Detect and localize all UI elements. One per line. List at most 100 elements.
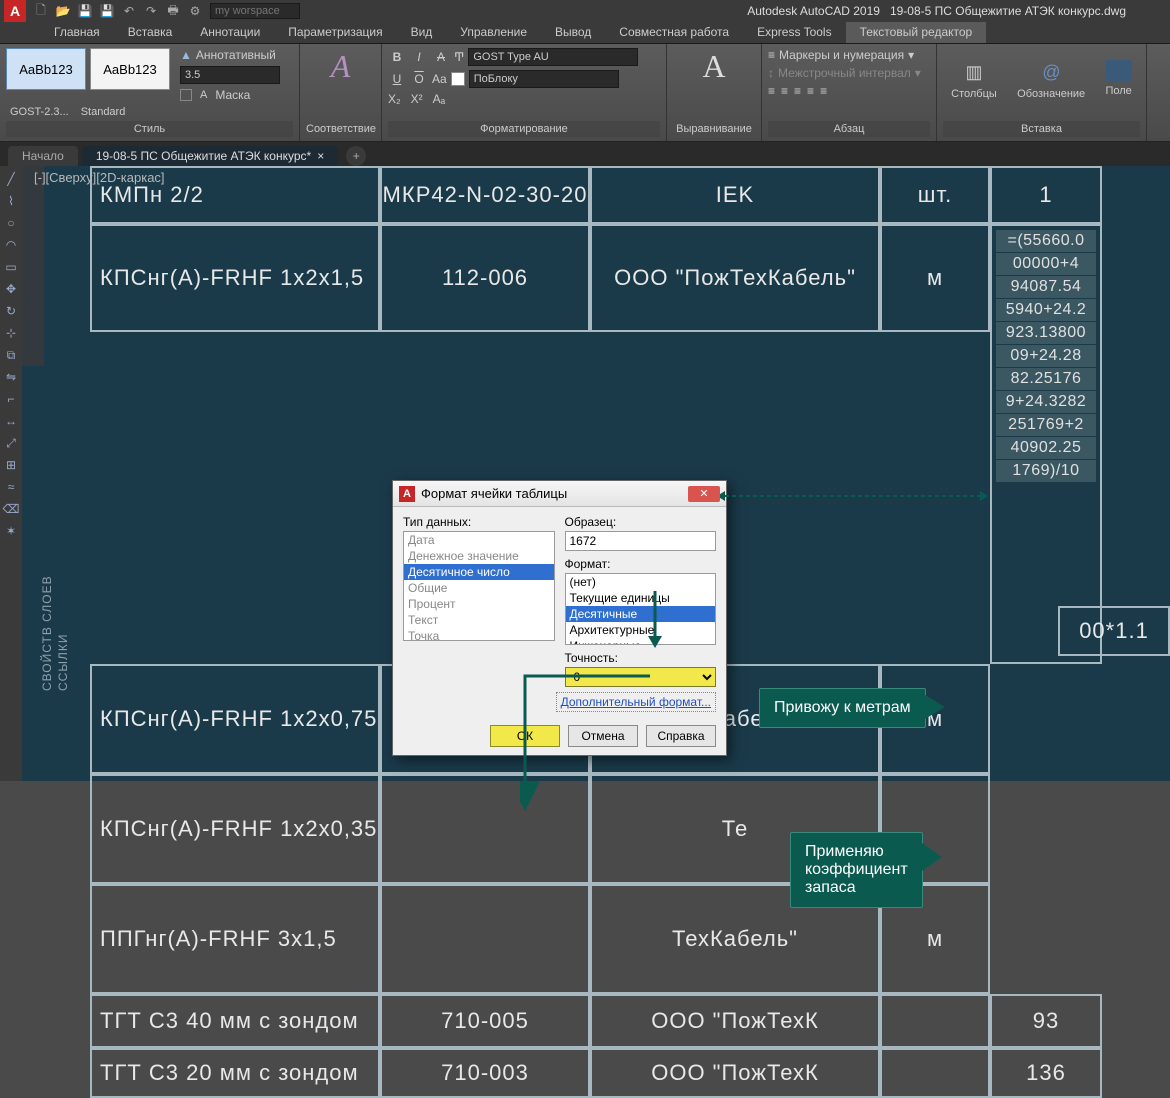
bullets-icon[interactable]: ≡ (768, 48, 775, 62)
saveas-icon[interactable]: 💾 (98, 2, 116, 20)
additional-format-link[interactable]: Дополнительный формат... (556, 692, 716, 712)
circle-tool-icon[interactable]: ○ (2, 214, 20, 232)
style-sample-2[interactable]: AaBb123 (90, 48, 170, 90)
rtab-manage[interactable]: Управление (446, 22, 541, 43)
layer-properties-palette[interactable]: СВОЙСТВ СЛОЕВ (40, 575, 54, 691)
line-tool-icon[interactable]: ╱ (2, 170, 20, 188)
cell-0-c1[interactable]: КМПн 2/2 (90, 166, 380, 224)
cell-5-c3[interactable]: ООО "ПожТехК (590, 994, 880, 1048)
italic-button[interactable]: I (410, 50, 428, 64)
style-name-2[interactable]: Standard (77, 106, 130, 118)
datatype-listbox[interactable]: ДатаДенежное значениеДесятичное числоОбщ… (403, 531, 555, 641)
fillet-tool-icon[interactable]: ⌐ (2, 390, 20, 408)
field-icon[interactable] (1106, 60, 1132, 82)
erase-tool-icon[interactable]: ⌫ (2, 500, 20, 518)
print-icon[interactable]: 🖶 (164, 2, 182, 20)
cell-6-c3[interactable]: ООО "ПожТехК (590, 1048, 880, 1098)
stretch-tool-icon[interactable]: ↔ (2, 412, 20, 430)
cell-0-c3[interactable]: IEK (590, 166, 880, 224)
move-tool-icon[interactable]: ✥ (2, 280, 20, 298)
sample-input[interactable] (565, 531, 717, 551)
dialog-titlebar[interactable]: A Формат ячейки таблицы ✕ (393, 481, 726, 507)
cell-1-c5[interactable]: =(55660.000000+494087.545940+24.2923.138… (990, 224, 1102, 664)
font-select[interactable] (468, 48, 638, 66)
start-tab[interactable]: Начало (8, 146, 78, 166)
chevron-down-icon[interactable]: ▾ (908, 48, 914, 62)
cell-1-c3[interactable]: ООО "ПожТехКабель" (590, 224, 880, 332)
alignment-icon[interactable]: A (673, 48, 755, 85)
bold-button[interactable]: B (388, 50, 406, 64)
cell-0-c5[interactable]: 1 (990, 166, 1102, 224)
align-dist-icon[interactable]: ≡ (820, 84, 827, 98)
cell-6-c4[interactable] (880, 1048, 990, 1098)
cell-5-c4[interactable] (880, 994, 990, 1048)
rtab-output[interactable]: Вывод (541, 22, 605, 43)
strike-button[interactable]: A (432, 50, 450, 64)
format-listbox[interactable]: (нет)Текущие единицыДесятичныеАрхитектур… (565, 573, 717, 645)
rtab-collab[interactable]: Совместная работа (605, 22, 743, 43)
cell-5-c5[interactable]: 93 (990, 994, 1102, 1048)
gear-icon[interactable]: ⚙ (186, 2, 204, 20)
color-select[interactable] (469, 70, 619, 88)
offset-tool-icon[interactable]: ≈ (2, 478, 20, 496)
underline-button[interactable]: U (388, 72, 406, 86)
help-button[interactable]: Справка (646, 725, 716, 747)
cell-2-c1[interactable]: КПСнг(А)-FRHF 1х2х0,75 (90, 664, 380, 774)
array-tool-icon[interactable]: ⊞ (2, 456, 20, 474)
case-button[interactable]: Aa (432, 72, 447, 86)
save-icon[interactable]: 💾 (76, 2, 94, 20)
cell-5-c1[interactable]: ТГТ С3 40 мм с зондом (90, 994, 380, 1048)
polyline-tool-icon[interactable]: ⌇ (2, 192, 20, 210)
cancel-button[interactable]: Отмена (568, 725, 638, 747)
columns-icon[interactable]: ▥ (958, 56, 990, 88)
cell-4-c1[interactable]: ППГнг(А)-FRHF 3х1,5 (90, 884, 380, 994)
overline-button[interactable]: O (410, 72, 428, 86)
rtab-param[interactable]: Параметризация (274, 22, 396, 43)
text-height-input[interactable] (180, 66, 280, 84)
sub-button[interactable]: X₂ (388, 92, 401, 106)
align-right-icon[interactable]: ≡ (794, 84, 801, 98)
cell-0-c2[interactable]: МКР42-N-02-30-20 (380, 166, 590, 224)
cell-6-c2[interactable]: 710-003 (380, 1048, 590, 1098)
arc-tool-icon[interactable]: ◠ (2, 236, 20, 254)
cell-5-c2[interactable]: 710-005 (380, 994, 590, 1048)
rect-tool-icon[interactable]: ▭ (2, 258, 20, 276)
rtab-texteditor[interactable]: Текстовый редактор (846, 22, 987, 43)
match-format-icon[interactable]: A (306, 48, 375, 85)
dialog-close-button[interactable]: ✕ (688, 486, 720, 502)
style-name-1[interactable]: GOST-2.3... (6, 106, 73, 118)
new-icon[interactable]: 🗋 (32, 2, 50, 20)
rtab-express[interactable]: Express Tools (743, 22, 845, 43)
scale-tool-icon[interactable]: ⤢ (2, 434, 20, 452)
cell-6-c1[interactable]: ТГТ С3 20 мм с зондом (90, 1048, 380, 1098)
cell-4-c2[interactable] (380, 884, 590, 994)
rtab-view[interactable]: Вид (397, 22, 447, 43)
mirror-tool-icon[interactable]: ⇋ (2, 368, 20, 386)
precision-select[interactable]: 0 (565, 667, 717, 687)
style-sample-1[interactable]: AaBb123 (6, 48, 86, 90)
xref-palette[interactable]: ССЫЛКИ (56, 634, 70, 691)
clear-button[interactable]: Aₐ (433, 92, 445, 106)
cell-6-c5[interactable]: 136 (990, 1048, 1102, 1098)
redo-icon[interactable]: ↷ (142, 2, 160, 20)
explode-tool-icon[interactable]: ✶ (2, 522, 20, 540)
rtab-annotate[interactable]: Аннотации (186, 22, 274, 43)
copy-tool-icon[interactable]: ⧉ (2, 346, 20, 364)
rtab-home[interactable]: Главная (40, 22, 114, 43)
undo-icon[interactable]: ↶ (120, 2, 138, 20)
trim-tool-icon[interactable]: ⊹ (2, 324, 20, 342)
new-tab-button[interactable]: + (346, 146, 366, 166)
symbol-icon[interactable]: @ (1035, 56, 1067, 88)
cell-0-c4[interactable]: шт. (880, 166, 990, 224)
workspace-input[interactable] (210, 3, 300, 19)
align-center-icon[interactable]: ≡ (781, 84, 788, 98)
cell-3-c1[interactable]: КПСнг(А)-FRHF 1х2х0,35 (90, 774, 380, 884)
rotate-tool-icon[interactable]: ↻ (2, 302, 20, 320)
cell-1-c4[interactable]: м (880, 224, 990, 332)
cell-1-c1[interactable]: КПСнг(А)-FRHF 1х2х1,5 (90, 224, 380, 332)
file-tab[interactable]: 19-08-5 ПС Общежитие АТЭК конкурс*× (82, 146, 338, 166)
cell-1-c2[interactable]: 112-006 (380, 224, 590, 332)
align-justify-icon[interactable]: ≡ (807, 84, 814, 98)
cell-3-c2[interactable] (380, 774, 590, 884)
align-left-icon[interactable]: ≡ (768, 84, 775, 98)
